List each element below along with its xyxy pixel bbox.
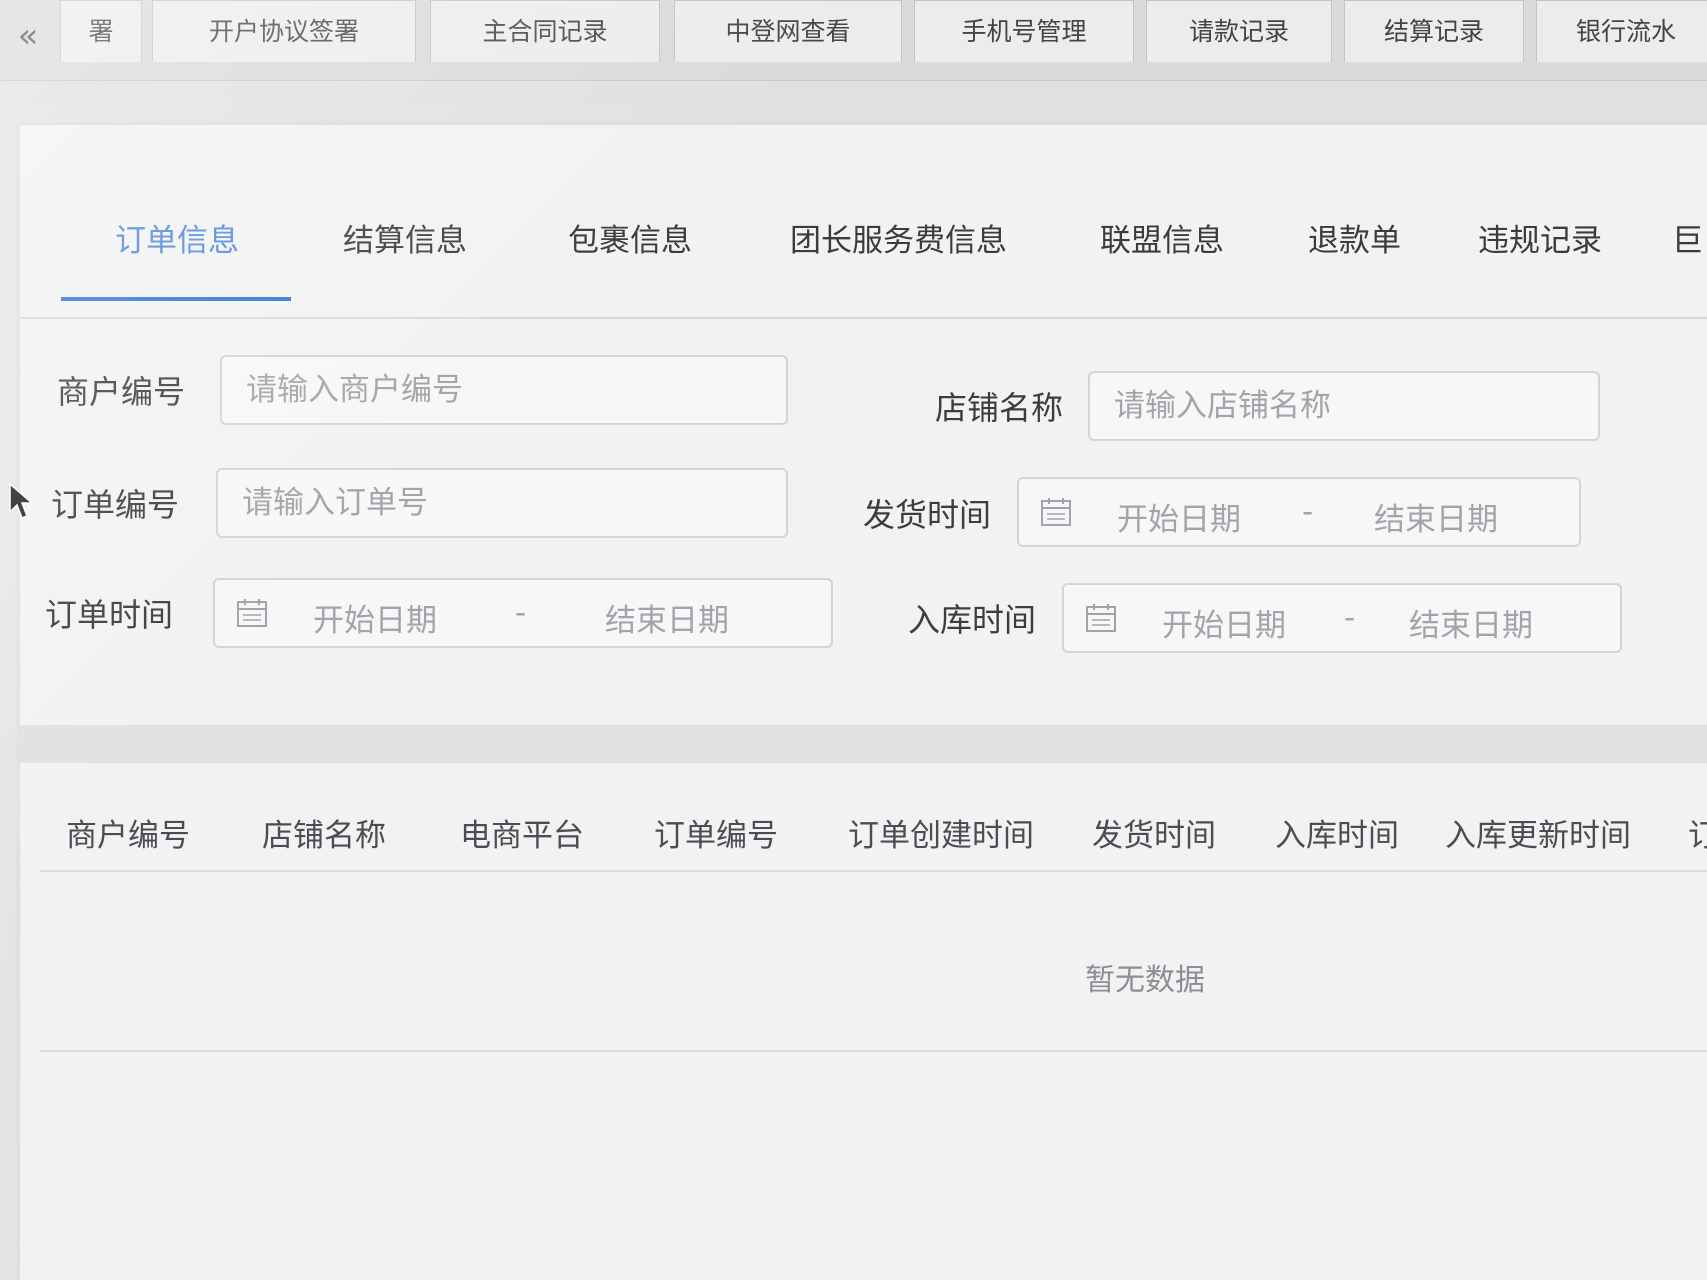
page-tab-label: 开户协议签署 xyxy=(208,17,359,46)
range-separator: - xyxy=(1344,600,1356,636)
stock-in-time-label: 入库时间 xyxy=(908,601,1037,639)
tab-label: 包裹信息 xyxy=(568,223,692,259)
tab-order-info[interactable]: 订单信息 xyxy=(115,215,239,260)
order-time-label: 订单时间 xyxy=(45,596,174,634)
tab-group-leader-fee[interactable]: 团长服务费信息 xyxy=(790,215,1007,260)
column-header: 入库时间 xyxy=(1275,818,1399,854)
range-separator: - xyxy=(1302,494,1314,530)
calendar-icon xyxy=(237,599,267,627)
tab-label: 结算信息 xyxy=(343,223,467,259)
order-time-range-picker[interactable]: 开始日期 - 结束日期 xyxy=(213,578,833,648)
app-screen: « 署 开户协议签署 主合同记录 中登网查看 手机号管理 请款记录 结算记录 银… xyxy=(0,0,1707,1280)
column-header: 店铺名称 xyxy=(262,818,386,854)
page-tab-strip: « 署 开户协议签署 主合同记录 中登网查看 手机号管理 请款记录 结算记录 银… xyxy=(0,0,1707,81)
page-tab-label: 手机号管理 xyxy=(961,17,1087,46)
active-tab-indicator xyxy=(61,297,291,301)
column-header: 订单创建时间 xyxy=(848,818,1034,854)
calendar-icon xyxy=(1041,498,1071,526)
column-header: 电商平台 xyxy=(460,818,584,854)
column-header: 发货时间 xyxy=(1092,818,1216,854)
start-date-placeholder[interactable]: 开始日期 xyxy=(313,595,437,640)
merchant-no-input[interactable] xyxy=(220,355,788,425)
tab-alliance-info[interactable]: 联盟信息 xyxy=(1100,215,1224,260)
page-tab-settlement-records[interactable]: 结算记录 xyxy=(1344,0,1524,62)
order-no-input[interactable] xyxy=(216,468,788,538)
stock-in-time-range-picker[interactable]: 开始日期 - 结束日期 xyxy=(1062,583,1622,653)
store-name-label: 店铺名称 xyxy=(935,389,1064,427)
order-no-label: 订单编号 xyxy=(51,486,180,524)
page-tab-label: 请款记录 xyxy=(1188,17,1289,46)
collapse-double-chevron-icon[interactable]: « xyxy=(10,18,46,54)
page-tab-label: 中登网查看 xyxy=(725,17,851,46)
mouse-pointer-icon xyxy=(9,482,34,519)
page-tab-label: 署 xyxy=(88,17,114,46)
tab-label: 退款单 xyxy=(1308,223,1401,259)
section-divider xyxy=(20,725,1707,763)
calendar-icon xyxy=(1086,604,1116,632)
table-empty-state: 暂无数据 xyxy=(1085,963,1205,998)
tab-label: 团长服务费信息 xyxy=(790,223,1007,259)
start-date-placeholder[interactable]: 开始日期 xyxy=(1162,600,1286,645)
column-header: 订单编号 xyxy=(654,818,778,854)
tab-violation-records[interactable]: 违规记录 xyxy=(1478,215,1602,260)
page-tab-zhongdeng[interactable]: 中登网查看 xyxy=(674,0,902,62)
page-tab-main-contract[interactable]: 主合同记录 xyxy=(430,0,660,62)
page-tab-label: 结算记录 xyxy=(1383,17,1484,46)
tab-settlement-info[interactable]: 结算信息 xyxy=(343,215,467,260)
tab-label: 联盟信息 xyxy=(1100,223,1224,259)
page-tab-label: 主合同记录 xyxy=(482,17,608,46)
start-date-placeholder[interactable]: 开始日期 xyxy=(1117,494,1241,539)
range-separator: - xyxy=(515,595,527,631)
page-tab-label: 银行流水 xyxy=(1575,17,1676,46)
tab-label: 订单信息 xyxy=(115,223,239,259)
column-header: 商户编号 xyxy=(66,818,190,854)
main-panel: 订单信息 结算信息 包裹信息 团长服务费信息 联盟信息 退款单 违规记录 巨 商… xyxy=(20,125,1707,1280)
column-header: 入库更新时间 xyxy=(1445,818,1631,854)
tab-package-info[interactable]: 包裹信息 xyxy=(568,215,692,260)
ship-time-label: 发货时间 xyxy=(863,496,992,534)
tab-partial-next[interactable]: 巨 xyxy=(1672,215,1703,260)
page-tab-account-agreement[interactable]: 开户协议签署 xyxy=(152,0,416,62)
end-date-placeholder[interactable]: 结束日期 xyxy=(1409,600,1533,645)
page-tab-phone-management[interactable]: 手机号管理 xyxy=(914,0,1134,62)
tab-label: 违规记录 xyxy=(1478,223,1602,259)
page-tab-payment-request[interactable]: 请款记录 xyxy=(1146,0,1332,62)
tab-refund-order[interactable]: 退款单 xyxy=(1308,215,1401,260)
end-date-placeholder[interactable]: 结束日期 xyxy=(1374,494,1498,539)
table-bottom-border xyxy=(40,1050,1707,1052)
merchant-no-label: 商户编号 xyxy=(57,373,186,411)
page-tab-partial[interactable]: 署 xyxy=(60,0,142,62)
end-date-placeholder[interactable]: 结束日期 xyxy=(605,595,729,640)
ship-time-range-picker[interactable]: 开始日期 - 结束日期 xyxy=(1017,477,1581,547)
store-name-input[interactable] xyxy=(1088,371,1600,441)
page-tab-bank-statement[interactable]: 银行流水 xyxy=(1536,0,1707,62)
table-header: 商户编号 店铺名称 电商平台 订单编号 订单创建时间 发货时间 入库时间 入库更… xyxy=(40,790,1707,872)
column-header: 订 xyxy=(1688,818,1707,854)
section-tab-bar: 订单信息 结算信息 包裹信息 团长服务费信息 联盟信息 退款单 违规记录 巨 xyxy=(20,125,1707,319)
tab-label: 巨 xyxy=(1672,223,1703,259)
